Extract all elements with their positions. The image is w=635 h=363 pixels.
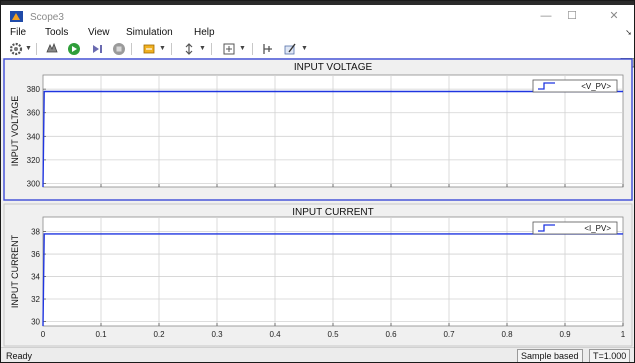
close-button[interactable]: ✕: [606, 10, 622, 22]
fit-axes-icon[interactable]: [222, 42, 236, 56]
scope-figure: INPUT VOLTAGE380360340320300INPUT VOLTAG…: [3, 57, 634, 347]
x-tick-label: 0.9: [559, 330, 571, 339]
toolbar-separator: [252, 43, 253, 55]
plot-area: INPUT VOLTAGE 380 360 340 320 300 INPUT VOLTAG…: [1, 57, 634, 347]
cursor-measure-icon[interactable]: [261, 42, 275, 56]
toolbar-separator: [36, 43, 37, 55]
legend[interactable]: <V_PV>: [532, 79, 618, 93]
y-tick-label: 30: [31, 318, 40, 327]
sim-time-indicator: T=1.000: [589, 349, 631, 362]
toolbar-separator: [131, 43, 132, 55]
menu-simulation[interactable]: Simulation: [126, 27, 173, 38]
y-axis-label: INPUT CURRENT: [10, 234, 20, 308]
y-tick-label: 32: [31, 295, 40, 304]
x-tick-label: 0.5: [327, 330, 339, 339]
y-tick-label: 380: [27, 85, 41, 94]
y-tick-label: 34: [31, 273, 40, 282]
scope-panel-2: INPUT CURRENT 38 36 34 32 30 INPUT CURRENT <I_P…: [3, 203, 633, 347]
x-tick-label: 0.6: [385, 330, 397, 339]
menu-collapse-icon[interactable]: ➘: [625, 28, 632, 37]
x-tick-label: 0.7: [443, 330, 455, 339]
toolbar: ▼ ▼ ▼ ▼ ▼: [1, 41, 634, 58]
x-tick-label: 0.4: [269, 330, 281, 339]
title-bar: Scope3 — ☐ ✕: [1, 5, 634, 25]
signal-dropdown-icon[interactable]: ▼: [159, 45, 166, 52]
x-tick-label: 1: [621, 330, 626, 339]
scope-window: Scope3 — ☐ ✕ File Tools View Simulation …: [0, 0, 635, 363]
y-tick-label: 36: [31, 250, 40, 259]
minimize-button[interactable]: —: [538, 10, 554, 22]
y-tick-label: 340: [27, 132, 41, 141]
run-icon[interactable]: [67, 42, 81, 56]
y-tick-label: 360: [27, 109, 41, 118]
x-tick-label: 0.3: [211, 330, 223, 339]
menu-bar: File Tools View Simulation Help ➘: [1, 25, 634, 41]
scope-app-icon: [10, 11, 23, 22]
toolbar-separator: [211, 43, 212, 55]
zoom-icon[interactable]: [182, 42, 196, 56]
settings-icon[interactable]: [9, 42, 23, 56]
style-dropdown-icon[interactable]: ▼: [301, 45, 308, 52]
y-tick-label: 300: [27, 179, 41, 188]
scope-panel-1: INPUT VOLTAGE 380 360 340 320 300 INPUT VOLTAG…: [3, 58, 633, 201]
zoom-dropdown-icon[interactable]: ▼: [199, 45, 206, 52]
toolbar-separator: [171, 43, 172, 55]
axes-title: INPUT VOLTAGE: [294, 62, 373, 73]
y-axis-label: INPUT VOLTAGE: [10, 96, 20, 167]
maximize-button[interactable]: ☐: [564, 10, 580, 22]
x-tick-label: 0.8: [501, 330, 513, 339]
legend-label: <V_PV>: [581, 82, 611, 91]
step-forward-icon[interactable]: [90, 42, 104, 56]
window-title: Scope3: [30, 12, 64, 23]
axes-title: INPUT CURRENT: [292, 207, 373, 218]
y-tick-label: 38: [31, 228, 40, 237]
style-icon[interactable]: [283, 42, 297, 56]
menu-file[interactable]: File: [10, 27, 26, 38]
status-text: Ready: [6, 351, 33, 361]
stop-icon[interactable]: [112, 42, 126, 56]
menu-tools[interactable]: Tools: [45, 27, 68, 38]
legend[interactable]: <I_PV>: [532, 221, 618, 235]
fit-dropdown-icon[interactable]: ▼: [239, 45, 246, 52]
signal-selector-icon[interactable]: [142, 42, 156, 56]
x-tick-label: 0: [41, 330, 46, 339]
settings-dropdown-icon[interactable]: ▼: [25, 45, 32, 52]
x-tick-label: 0.1: [95, 330, 107, 339]
highlight-icon[interactable]: [45, 42, 59, 56]
status-bar: Ready Sample based T=1.000: [1, 347, 634, 362]
sample-mode-indicator: Sample based: [517, 349, 583, 362]
menu-help[interactable]: Help: [194, 27, 215, 38]
x-tick-label: 0.2: [153, 330, 165, 339]
legend-label: <I_PV>: [584, 224, 611, 233]
y-tick-label: 320: [27, 156, 41, 165]
menu-view[interactable]: View: [88, 27, 110, 38]
